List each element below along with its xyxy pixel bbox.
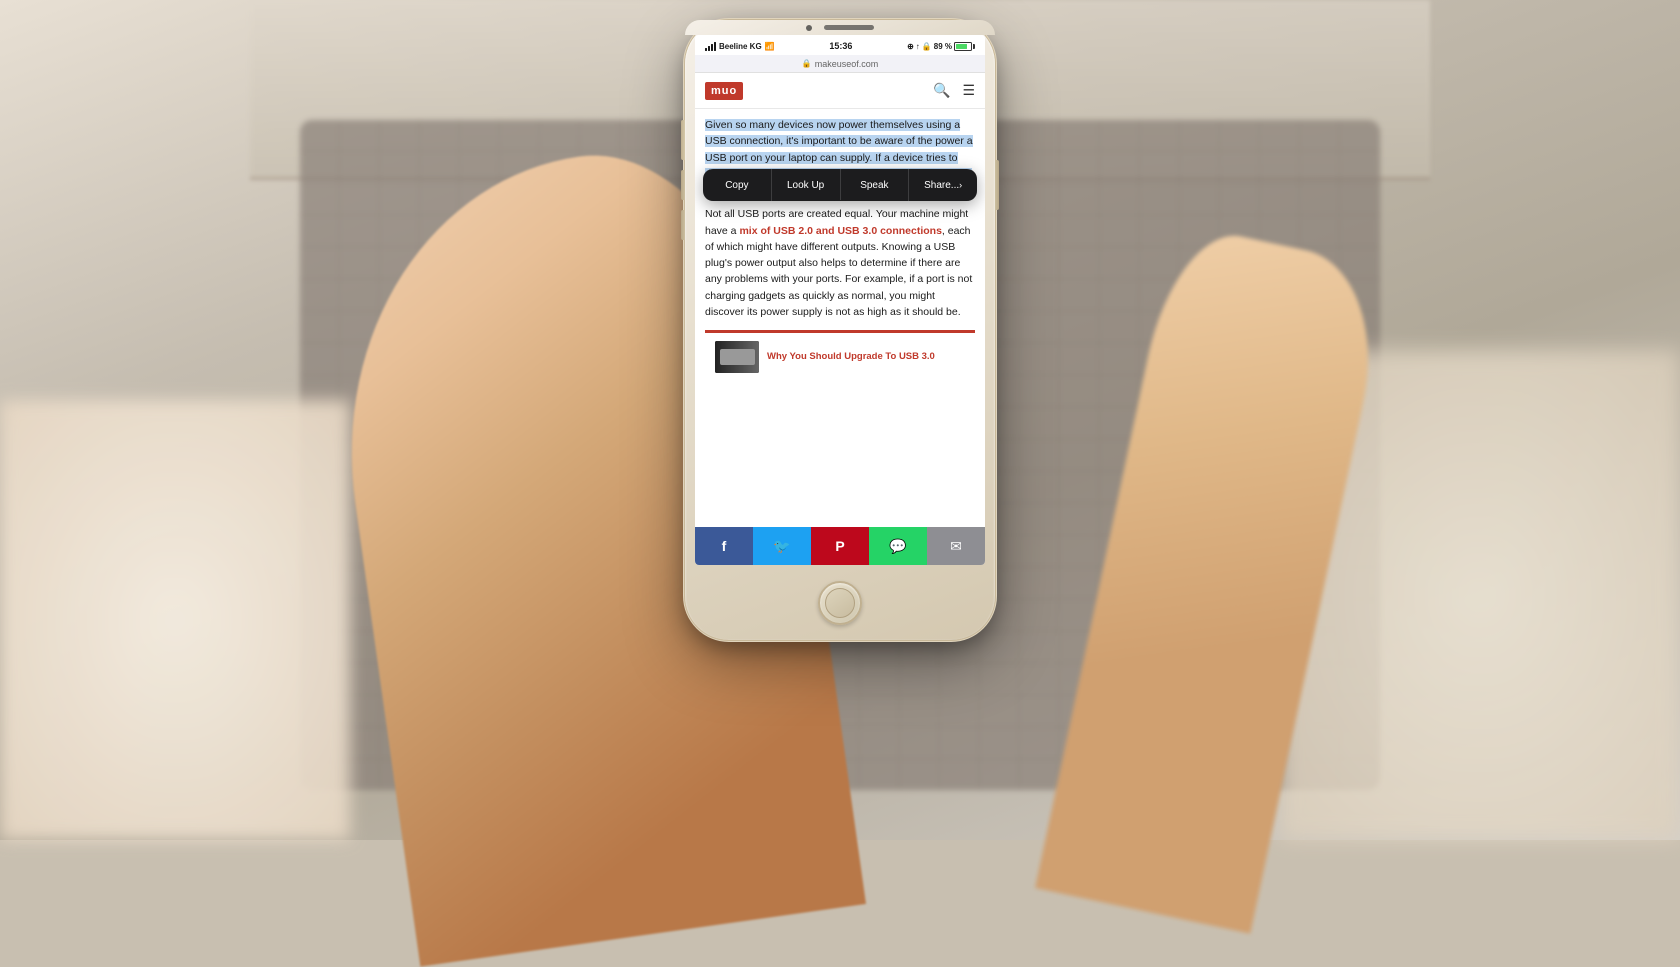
article-paragraph-2: Not all USB ports are created equal. You… [705,206,975,320]
earpiece [824,25,874,30]
address-lock-icon: 🔒 [802,59,812,68]
share-twitter-button[interactable]: 🐦 [753,527,811,565]
status-bar: Beeline KG 📶 15:36 ⊕ ↑ 🔒 89 % [695,35,985,55]
share-whatsapp-button[interactable]: 💬 [869,527,927,565]
share-facebook-button[interactable]: f [695,527,753,565]
article-body: Given so many devices now power themselv… [695,109,985,389]
volume-down-button[interactable] [681,210,685,240]
email-icon: ✉ [950,538,962,555]
menu-icon[interactable]: ☰ [962,82,975,99]
iphone-screen: Beeline KG 📶 15:36 ⊕ ↑ 🔒 89 % [695,35,985,565]
navigation-bar: muo 🔍 ☰ [695,73,985,109]
status-right: ⊕ ↑ 🔒 89 % [907,42,975,51]
context-look-up[interactable]: Look Up [772,169,841,201]
content-area: Copy Look Up Speak Share... › [695,109,985,527]
url-text: makeuseof.com [815,59,879,69]
context-copy[interactable]: Copy [703,169,772,201]
status-time: 15:36 [829,41,852,51]
pinterest-icon: P [835,538,844,554]
bg-light-left [0,400,350,840]
whatsapp-icon: 💬 [889,538,906,555]
muo-logo[interactable]: muo [705,82,743,100]
power-button[interactable] [995,160,999,210]
screen-content: Beeline KG 📶 15:36 ⊕ ↑ 🔒 89 % [695,35,985,565]
home-button-inner [825,588,855,618]
signal-bar-1 [705,48,707,51]
related-article-title[interactable]: Why You Should Upgrade To USB 3.0 [767,351,935,363]
signal-bar-2 [708,46,710,51]
lock-icon: 🔒 [922,42,932,51]
related-thumbnail [715,341,759,373]
share-pinterest-button[interactable]: P [811,527,869,565]
iphone-frame: Beeline KG 📶 15:36 ⊕ ↑ 🔒 89 % [685,20,995,640]
share-email-button[interactable]: ✉ [927,527,985,565]
facebook-icon: f [722,538,727,554]
battery-icon [954,42,975,51]
battery-tip [973,44,975,49]
volume-up-button[interactable] [681,170,685,200]
background-scene: Beeline KG 📶 15:36 ⊕ ↑ 🔒 89 % [0,0,1680,840]
context-menu: Copy Look Up Speak Share... › [703,169,977,201]
paragraph2-end: , each of which might have different out… [705,225,972,318]
iphone-top-bar [685,20,995,35]
wifi-icon: 📶 [765,42,775,51]
iphone-device: Beeline KG 📶 15:36 ⊕ ↑ 🔒 89 % [685,20,995,640]
home-button[interactable] [818,581,862,625]
address-bar[interactable]: 🔒 makeuseof.com [695,55,985,73]
status-left: Beeline KG 📶 [705,42,775,51]
twitter-icon: 🐦 [773,538,790,555]
battery-body [954,42,972,51]
battery-percent: 89 % [934,42,952,51]
signal-bar-3 [711,44,713,51]
battery-fill [956,44,967,49]
signal-bar-4 [714,42,716,51]
usb-link[interactable]: mix of USB 2.0 and USB 3.0 connections [739,225,941,237]
more-arrow-icon: › [959,180,962,190]
arrow-icon: ↑ [916,42,920,51]
location-icon: ⊕ [907,42,914,51]
front-camera [806,25,812,31]
signal-bars [705,42,716,51]
context-share[interactable]: Share... › [909,169,977,201]
search-icon[interactable]: 🔍 [933,82,950,99]
context-speak[interactable]: Speak [841,169,910,201]
related-article[interactable]: Why You Should Upgrade To USB 3.0 [705,330,975,381]
share-bar: f 🐦 P 💬 ✉ [695,527,985,565]
nav-icons: 🔍 ☰ [933,82,975,99]
carrier-name: Beeline KG [719,42,762,51]
